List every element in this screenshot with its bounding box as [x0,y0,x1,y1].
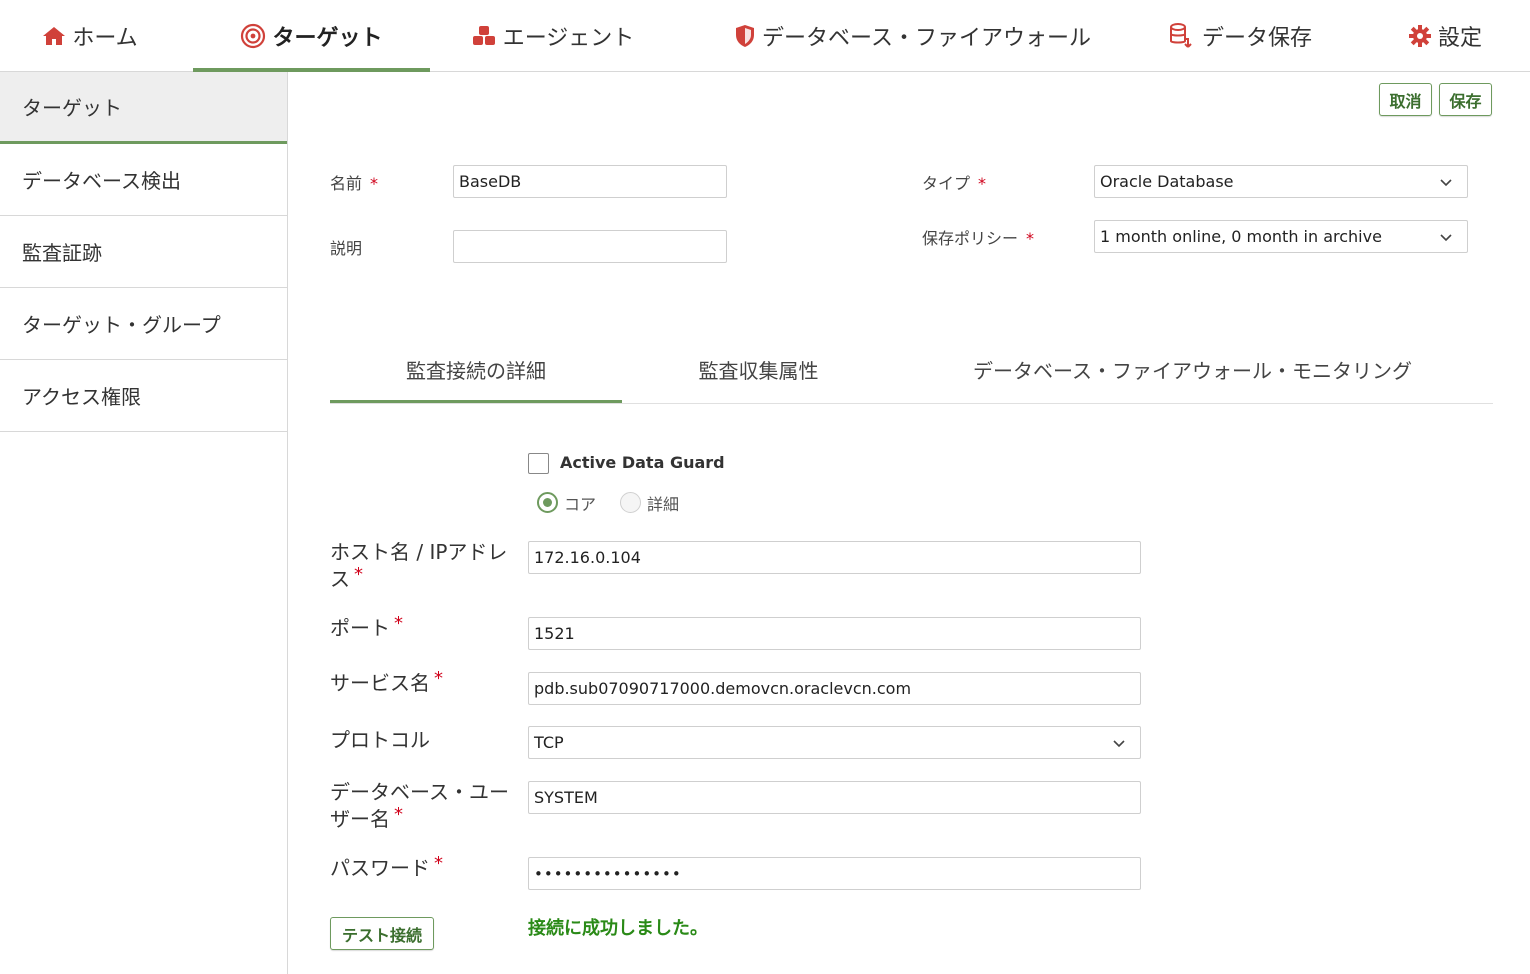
protocol-label: プロトコル [330,728,430,752]
nav-firewall-label: データベース・ファイアウォール [762,26,1091,51]
database-user-label-line2-text: ザー名 [330,807,390,831]
sidebar-item-audit-trails[interactable]: 監査証跡 [0,216,287,288]
description-label: 説明 [330,239,363,258]
name-input[interactable] [453,165,727,198]
home-icon [42,25,66,47]
required-mark: * [978,174,987,193]
tabs-divider [330,403,1493,404]
cancel-button[interactable]: 取消 [1379,83,1432,116]
nav-settings-label: 設定 [1437,26,1482,51]
name-label-text: 名前 [330,174,363,193]
service-name-input[interactable] [528,672,1141,705]
database-icon [1168,22,1196,50]
database-user-input[interactable] [528,781,1141,814]
top-navigation: ホーム ターゲット エージェント データベース・ファイアウォール データ保存 設… [0,0,1530,72]
chevron-down-icon [1112,736,1126,755]
nav-firewall[interactable]: データベース・ファイアウォール [715,0,1110,72]
type-label-text: タイプ [922,174,971,193]
service-name-label-text: サービス名 [330,671,430,695]
active-data-guard-checkbox[interactable] [528,453,549,474]
password-label: パスワード * [330,853,443,883]
target-icon [240,23,266,49]
description-input[interactable] [453,230,727,263]
database-user-label: データベース・ユー ザー名 * [330,779,509,834]
nav-home[interactable]: ホーム [20,0,160,72]
nav-agents-label: エージェント [502,26,635,51]
required-mark: * [394,613,403,634]
required-mark: * [1026,229,1035,248]
protocol-select-value: TCP [534,733,564,752]
radio-core-label: コア [564,495,597,514]
service-name-label: サービス名 * [330,668,443,698]
database-user-label-line2: ザー名 * [330,804,509,834]
save-button[interactable]: 保存 [1439,83,1492,116]
host-label-line1: ホスト名 / IPアドレ [330,540,508,564]
nav-targets[interactable]: ターゲット [193,0,430,72]
nav-home-label: ホーム [72,26,138,51]
password-label-text: パスワード [330,856,430,880]
type-select[interactable]: Oracle Database [1094,165,1468,198]
radio-detail[interactable] [620,492,641,513]
name-label: 名前 * [330,170,378,194]
retention-policy-label: 保存ポリシー * [922,225,1034,249]
sidebar-item-target-groups[interactable]: ターゲット・グループ [0,288,287,360]
nav-data-retention[interactable]: データ保存 [1150,0,1330,72]
port-label: ポート * [330,613,403,643]
tab-firewall-monitoring[interactable]: データベース・ファイアウォール・モニタリング [940,335,1445,403]
sidebar: ターゲット データベース検出 監査証跡 ターゲット・グループ アクセス権限 [0,72,288,974]
gear-icon [1408,24,1432,48]
retention-policy-label-text: 保存ポリシー [922,229,1019,248]
port-label-text: ポート [330,616,390,640]
chevron-down-icon [1439,175,1453,194]
port-input[interactable] [528,617,1141,650]
radio-core[interactable] [537,492,558,513]
sidebar-item-access-rights[interactable]: アクセス権限 [0,360,287,432]
required-mark: * [394,804,403,825]
connection-success-message: 接続に成功しました。 [528,918,708,939]
test-connection-button[interactable]: テスト接続 [330,917,434,950]
nav-agents[interactable]: エージェント [455,0,650,72]
radio-detail-label: 詳細 [647,495,680,514]
required-mark: * [434,853,443,874]
agents-icon [471,25,497,47]
type-label: タイプ * [922,170,986,194]
nav-settings[interactable]: 設定 [1390,0,1500,72]
password-input[interactable]: ••••••••••••••• [528,857,1141,890]
host-label: ホスト名 / IPアドレ ス * [330,539,507,594]
database-user-label-line1: データベース・ユー [330,780,509,804]
required-mark: * [370,174,379,193]
retention-policy-value: 1 month online, 0 month in archive [1100,227,1382,246]
nav-targets-label: ターゲット [272,26,383,51]
required-mark: * [434,668,443,689]
active-data-guard-label: Active Data Guard [560,453,725,472]
shield-icon [734,24,756,48]
tab-audit-collection-attributes[interactable]: 監査収集属性 [660,335,857,403]
host-label-line2: ス * [330,564,507,594]
protocol-select[interactable]: TCP [528,726,1141,759]
sidebar-item-targets[interactable]: ターゲット [0,72,287,144]
required-mark: * [354,564,363,585]
tab-audit-connection-details[interactable]: 監査接続の詳細 [330,335,622,404]
nav-data-retention-label: データ保存 [1201,26,1312,51]
sidebar-item-database-discovery[interactable]: データベース検出 [0,144,287,216]
host-input[interactable] [528,541,1141,574]
chevron-down-icon [1439,230,1453,249]
type-select-value: Oracle Database [1100,172,1234,191]
host-label-line2-text: ス [330,567,350,591]
retention-policy-select[interactable]: 1 month online, 0 month in archive [1094,220,1468,253]
